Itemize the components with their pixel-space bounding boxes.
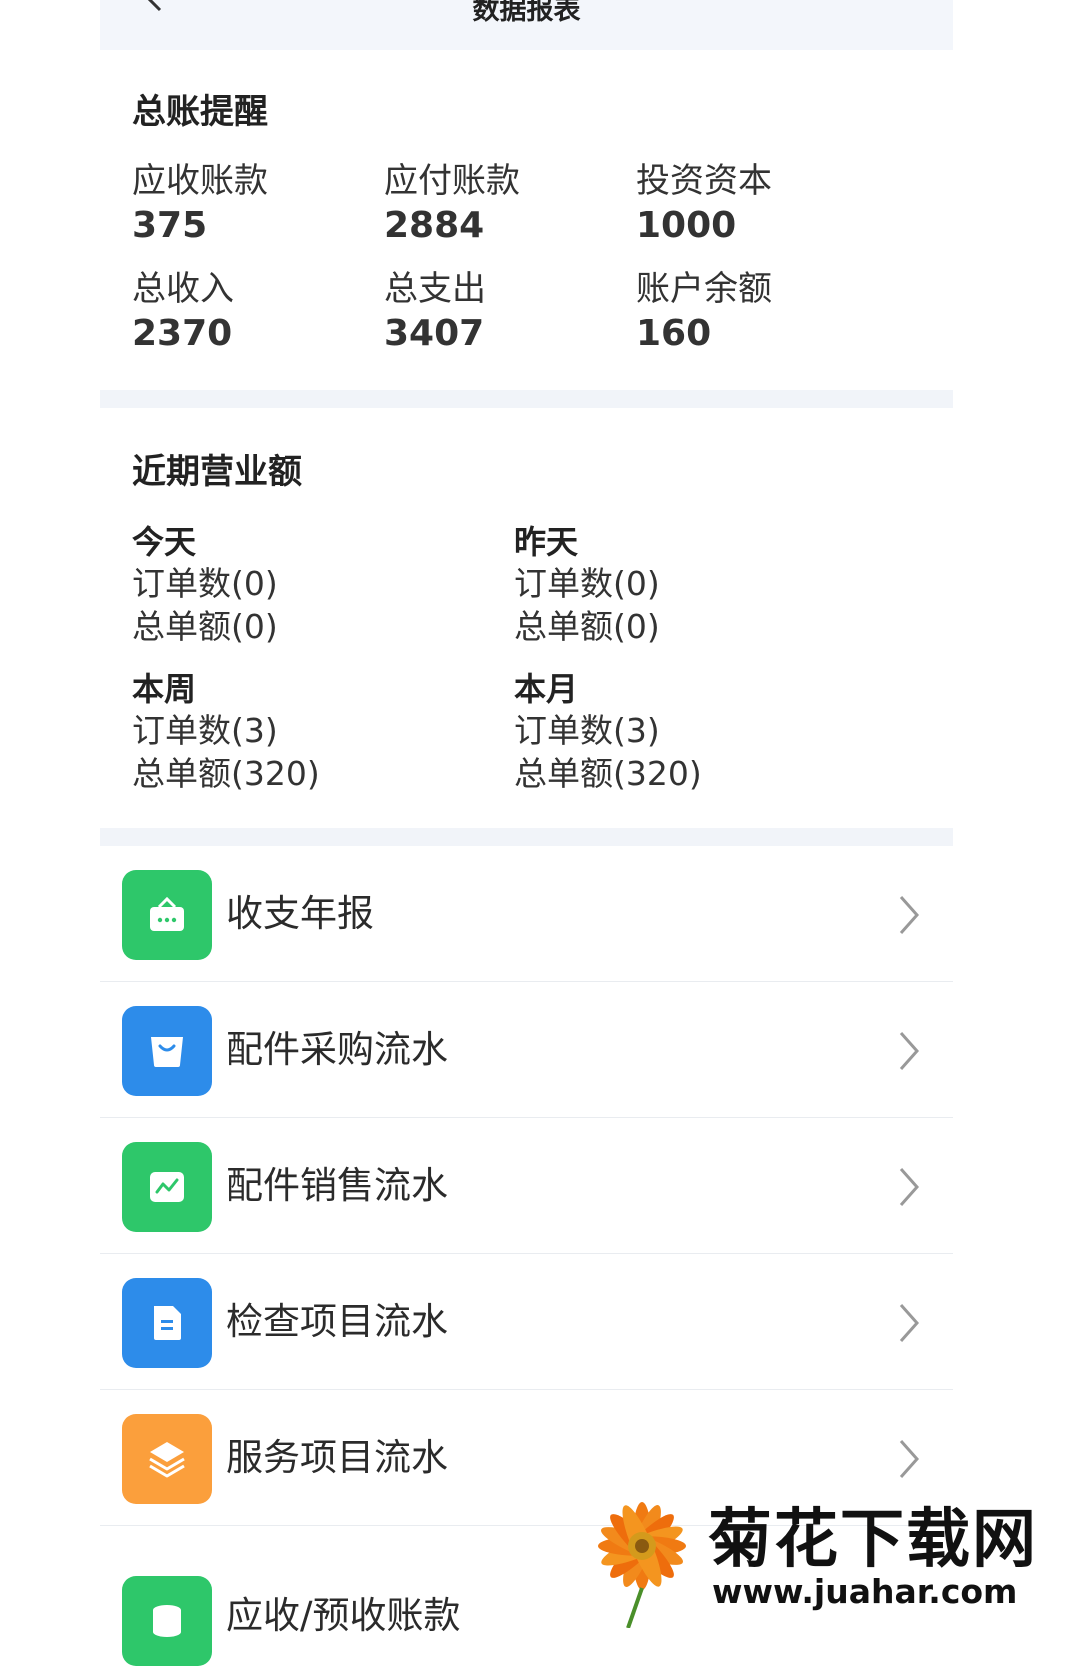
menu-item-parts-sales[interactable]: 配件销售流水 (100, 1118, 953, 1254)
order-amount: 总单额(0) (514, 607, 660, 646)
flower-logo-icon (598, 1502, 686, 1628)
ledger-item-payable[interactable]: 应付账款 2884 (384, 160, 624, 248)
order-count: 订单数(3) (514, 711, 660, 750)
trend-chart-icon (150, 1172, 184, 1202)
chevron-right-icon (899, 1440, 920, 1478)
order-amount: 总单额(320) (132, 754, 320, 793)
watermark: 菊花下载网 www.juahar.com (590, 1488, 1080, 1628)
menu-label: 检查项目流水 (226, 1300, 448, 1343)
chevron-right-icon (899, 1032, 920, 1070)
revenue-today: 今天 订单数(0) 总单额(0) (132, 522, 512, 648)
period-label: 今天 (132, 523, 197, 561)
ledger-item-expense[interactable]: 总支出 3407 (384, 268, 624, 356)
report-page: 数据报表 总账提醒 应收账款 375 应付账款 2884 投资资本 1000 总… (100, 0, 953, 1666)
menu-item-annual-report[interactable]: 收支年报 (100, 846, 953, 982)
icon-tile (122, 1576, 212, 1666)
section-divider (100, 390, 953, 408)
ledger-value: 3407 (384, 313, 485, 354)
ledger-label: 应收账款 (132, 161, 268, 201)
document-icon (154, 1306, 181, 1340)
revenue-this-month: 本月 订单数(3) 总单额(320) (514, 669, 894, 795)
menu-item-inspection[interactable]: 检查项目流水 (100, 1254, 953, 1390)
ledger-label: 投资资本 (636, 161, 772, 201)
revenue-yesterday: 昨天 订单数(0) 总单额(0) (514, 522, 894, 648)
menu-label: 收支年报 (226, 892, 374, 935)
ledger-item-balance[interactable]: 账户余额 160 (636, 268, 876, 356)
ledger-item-receivable[interactable]: 应收账款 375 (132, 160, 372, 248)
ledger-section-title: 总账提醒 (132, 92, 268, 132)
ledger-value: 375 (132, 205, 208, 246)
chevron-right-icon (899, 1304, 920, 1342)
watermark-brand: 菊花下载网 (708, 1503, 1038, 1577)
menu-label: 应收/预收账款 (226, 1594, 461, 1637)
period-label: 昨天 (514, 523, 579, 561)
page-title: 数据报表 (472, 0, 581, 26)
icon-tile (122, 1414, 212, 1504)
coin-stack-icon (153, 1605, 181, 1637)
revenue-this-week: 本周 订单数(3) 总单额(320) (132, 669, 512, 795)
menu-label: 配件销售流水 (226, 1164, 448, 1207)
icon-tile (122, 870, 212, 960)
icon-tile (122, 1006, 212, 1096)
layers-icon (149, 1442, 185, 1478)
menu-label: 配件采购流水 (226, 1028, 448, 1071)
period-label: 本月 (514, 670, 579, 708)
ledger-label: 账户余额 (636, 269, 772, 309)
order-count: 订单数(0) (514, 564, 660, 603)
ledger-value: 2370 (132, 313, 233, 354)
period-label: 本周 (132, 670, 197, 708)
chevron-right-icon (899, 896, 920, 934)
order-amount: 总单额(320) (514, 754, 702, 793)
ledger-item-income[interactable]: 总收入 2370 (132, 268, 372, 356)
shop-bag-icon (150, 896, 184, 931)
section-divider (100, 828, 953, 846)
ledger-value: 1000 (636, 205, 737, 246)
shopping-bag-icon (151, 1037, 183, 1067)
order-amount: 总单额(0) (132, 607, 278, 646)
icon-tile (122, 1278, 212, 1368)
icon-tile (122, 1142, 212, 1232)
ledger-label: 应付账款 (384, 161, 520, 201)
menu-item-parts-purchase[interactable]: 配件采购流水 (100, 982, 953, 1118)
ledger-item-investment[interactable]: 投资资本 1000 (636, 160, 876, 248)
watermark-url: www.juahar.com (712, 1572, 1018, 1611)
ledger-value: 160 (636, 313, 712, 354)
ledger-label: 总支出 (384, 269, 486, 309)
revenue-section-title: 近期营业额 (132, 452, 302, 492)
ledger-value: 2884 (384, 205, 485, 246)
ledger-label: 总收入 (132, 269, 234, 309)
top-bar: 数据报表 (100, 0, 953, 50)
order-count: 订单数(0) (132, 564, 278, 603)
order-count: 订单数(3) (132, 711, 278, 750)
menu-label: 服务项目流水 (226, 1436, 448, 1479)
chevron-right-icon (899, 1168, 920, 1206)
